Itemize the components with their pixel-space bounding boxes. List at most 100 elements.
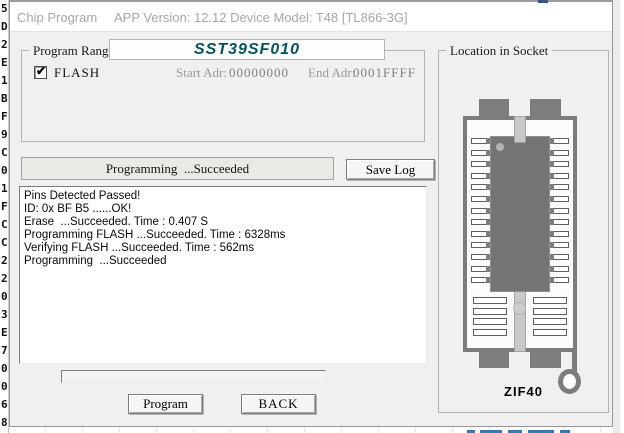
progress-bar: [61, 370, 326, 383]
flash-label: FLASH: [54, 65, 100, 81]
socket-pin-empty: [473, 308, 507, 315]
background-hex-column: 5D2E1BF9C01FCC2203E70068: [0, 0, 9, 433]
background-hex-char: 3: [1, 306, 8, 324]
log-line: ID: 0x BF B5 ......OK!: [24, 203, 426, 216]
background-hex-char: C: [1, 144, 8, 162]
socket-pin-empty: [473, 329, 507, 336]
log-line: Erase ...Succeeded. Time : 0.407 S: [24, 216, 426, 229]
background-hex-char: 7: [1, 342, 8, 360]
lever-stem: [572, 348, 577, 372]
socket-pin: [548, 277, 569, 283]
socket-pin: [471, 208, 492, 214]
screen: 5D2E1BF9C01FCC2203E70068 Chip Program AP…: [0, 0, 624, 433]
socket-pin: [548, 242, 569, 248]
status-bar: Programming ...Succeeded: [21, 157, 334, 180]
background-hex-char: 0: [1, 360, 8, 378]
back-button[interactable]: BACK: [241, 394, 316, 414]
socket-pin: [548, 161, 569, 167]
background-hex-char: 5: [1, 0, 8, 18]
background-hex-char: 0: [1, 288, 8, 306]
background-margin: [613, 0, 624, 433]
log-line: Pins Detected Passed!: [24, 190, 426, 203]
background-hex-char: C: [1, 234, 8, 252]
background-hex-char: 0: [1, 378, 8, 396]
program-range-label: Program Range: [29, 43, 118, 59]
background-hex-char: 1: [1, 180, 8, 198]
socket-pin: [471, 173, 492, 179]
socket-pin: [548, 173, 569, 179]
background-window-fragment: [538, 0, 548, 3]
start-adr-label: Start Adr:: [176, 65, 227, 81]
background-hex-char: 2: [1, 270, 8, 288]
background-hex-char: D: [1, 18, 8, 36]
socket-pin: [471, 219, 492, 225]
background-hex-char: E: [1, 324, 8, 342]
socket-pin: [548, 184, 569, 190]
socket-pin: [471, 242, 492, 248]
socket-type-label: ZIF40: [438, 384, 609, 399]
socket-tab: [530, 352, 561, 368]
background-hex-char: B: [1, 90, 8, 108]
socket-pin: [471, 184, 492, 190]
socket-tab: [479, 352, 509, 368]
background-hex-char: 2: [1, 252, 8, 270]
socket-lever-slot: [514, 116, 526, 143]
log-line: Verifying FLASH ...Succeeded. Time : 562…: [24, 242, 426, 255]
socket-pin: [471, 161, 492, 167]
socket-pin: [548, 231, 569, 237]
end-adr-label: End Adr:: [308, 65, 355, 81]
socket-slot-circle: [513, 302, 526, 315]
program-button[interactable]: Program: [128, 394, 203, 414]
socket-lever-slot: [514, 290, 526, 352]
socket-pin: [548, 208, 569, 214]
socket-pin: [548, 150, 569, 156]
socket-pin: [548, 196, 569, 202]
background-hex-char: 9: [1, 126, 8, 144]
socket-tab: [479, 99, 509, 117]
socket-pin: [471, 277, 492, 283]
socket-tab: [530, 99, 561, 117]
socket-pin-empty: [533, 297, 567, 304]
socket-pin-empty: [533, 318, 567, 325]
status-text: Programming ...Succeeded: [106, 161, 249, 176]
socket-pin: [548, 266, 569, 272]
chip-program-dialog: Chip Program APP Version: 12.12 Device M…: [9, 0, 613, 427]
background-hex-char: 2: [1, 36, 8, 54]
socket-pin-empty: [473, 318, 507, 325]
socket-pin: [471, 196, 492, 202]
end-adr-value: 0001FFFF: [353, 65, 416, 81]
socket-pin: [471, 150, 492, 156]
location-in-socket-label: Location in Socket: [446, 43, 552, 59]
chip-graphic: [490, 136, 550, 292]
chip-name-box: SST39SF010: [109, 39, 385, 60]
background-hex-char: 8: [1, 414, 8, 432]
app-version-text: APP Version: 12.12 Device Model: T48 [TL…: [114, 10, 408, 25]
socket-pin: [548, 219, 569, 225]
zif-socket-graphic: [463, 99, 577, 394]
log-line: Programming FLASH ...Succeeded. Time : 6…: [24, 229, 426, 242]
start-adr-value: 00000000: [229, 65, 289, 81]
background-hex-char: F: [1, 108, 8, 126]
log-output[interactable]: Pins Detected Passed!ID: 0x BF B5 ......…: [19, 186, 427, 364]
chip-name: SST39SF010: [194, 41, 300, 58]
flash-checkbox[interactable]: ✔: [34, 66, 47, 79]
background-hex-char: 6: [1, 396, 8, 414]
socket-pin: [471, 266, 492, 272]
socket-pin-empty: [473, 297, 507, 304]
program-range-group: Program Range: [21, 50, 425, 142]
socket-pin-empty: [533, 329, 567, 336]
socket-pin: [471, 138, 492, 144]
socket-pin: [548, 138, 569, 144]
socket-pin-empty: [533, 308, 567, 315]
socket-pin: [548, 254, 569, 260]
log-line: Programming ...Succeeded: [24, 255, 426, 268]
background-hex-char: C: [1, 216, 8, 234]
background-hex-char: 0: [1, 162, 8, 180]
check-icon: ✔: [36, 64, 46, 78]
socket-pin: [471, 254, 492, 260]
save-log-button[interactable]: Save Log: [346, 159, 435, 180]
socket-pin: [471, 231, 492, 237]
background-hex-char: E: [1, 54, 8, 72]
background-hex-char: F: [1, 198, 8, 216]
window-title: Chip Program: [17, 10, 97, 25]
